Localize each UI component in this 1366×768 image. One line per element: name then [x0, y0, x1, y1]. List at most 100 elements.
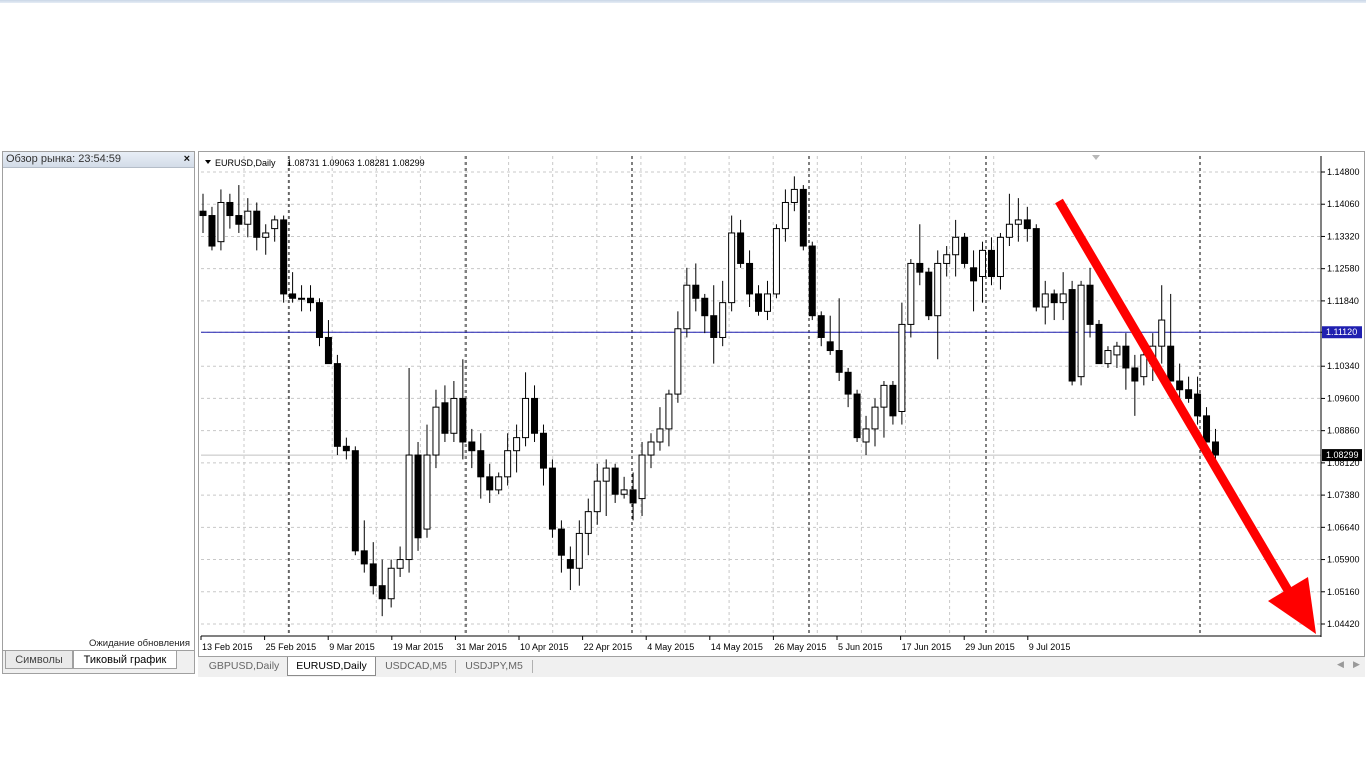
candle: [539, 424, 547, 486]
candle: [378, 559, 386, 617]
candle: [889, 381, 897, 425]
candle: [199, 193, 207, 233]
bull-candle-body: [647, 441, 655, 456]
candle: [835, 298, 843, 382]
candle: [916, 224, 924, 286]
bull-candle-body: [638, 454, 646, 500]
bear-candle-body: [1176, 380, 1184, 391]
bear-candle-body: [692, 284, 700, 299]
bear-candle-body: [1131, 367, 1139, 382]
candle: [853, 389, 861, 442]
candle: [1113, 341, 1121, 368]
bear-candle-body: [1167, 345, 1175, 382]
candle: [432, 389, 440, 469]
tab-symbols[interactable]: Символы: [5, 651, 73, 669]
candle: [423, 424, 431, 538]
bear-candle-body: [280, 219, 288, 295]
bear-candle-body: [1194, 393, 1202, 417]
bull-candle-body: [1077, 284, 1085, 378]
candle: [1194, 376, 1202, 425]
candle: [477, 433, 485, 499]
bear-candle-body: [459, 397, 467, 443]
tab-usdcad-m5[interactable]: USDCAD,M5: [378, 657, 454, 676]
candle: [235, 185, 243, 233]
x-tick-label: 14 May 2015: [711, 642, 763, 652]
window-top-strip: [0, 0, 1366, 3]
candle: [414, 441, 422, 551]
bear-candle-body: [289, 293, 297, 299]
bull-candle-body: [907, 262, 915, 325]
market-watch-status: Ожидание обновления: [89, 638, 190, 649]
candle: [1158, 285, 1166, 364]
candle: [970, 250, 978, 312]
y-tick-label: 1.14060: [1327, 199, 1360, 209]
price-chart[interactable]: 1.14800 1.14060 1.13320 1.12580 1.11840 1.111…: [199, 152, 1364, 657]
tab-tick-chart[interactable]: Тиковый график: [73, 651, 177, 669]
candle: [656, 407, 664, 451]
candle: [719, 280, 727, 347]
chart-window[interactable]: 1.14800 1.14060 1.13320 1.12580 1.11840 1.111…: [198, 151, 1365, 674]
candle: [1086, 267, 1094, 338]
candle: [701, 293, 709, 334]
market-watch-title-text: Обзор рынка: 23:54:59: [6, 153, 122, 165]
candle: [1050, 289, 1058, 321]
bull-candle-body: [450, 397, 458, 434]
bear-candle-body: [539, 432, 547, 469]
candle: [862, 415, 870, 456]
bear-candle-body: [629, 489, 637, 504]
bull-candle-body: [387, 567, 395, 600]
candle: [360, 520, 368, 573]
y-tick-label: 1.12580: [1327, 264, 1360, 274]
candle: [315, 298, 323, 347]
candle: [1077, 280, 1085, 386]
scroll-left-icon[interactable]: ◀: [1337, 659, 1344, 670]
close-icon[interactable]: ×: [184, 152, 190, 167]
y-tick-label: 1.05160: [1327, 587, 1360, 597]
candle: [880, 381, 888, 438]
candle: [961, 232, 969, 268]
y-tick-label: 1.13320: [1327, 231, 1360, 241]
bull-candle-body: [656, 428, 664, 443]
candle: [584, 498, 592, 556]
candle: [746, 250, 754, 307]
candle: [1131, 354, 1139, 416]
bull-candle-body: [862, 428, 870, 443]
candle: [593, 463, 601, 525]
candle: [1014, 198, 1022, 242]
candle: [611, 463, 619, 503]
arrow-head: [1268, 577, 1316, 634]
bull-candle-body: [495, 476, 503, 491]
red-arrow: [1055, 198, 1316, 634]
tab-usdjpy-m5[interactable]: USDJPY,M5: [456, 657, 532, 676]
bull-candle-body: [584, 511, 592, 534]
candle: [1104, 346, 1112, 368]
bear-candle-body: [1032, 228, 1040, 308]
x-tick-label: 22 Apr 2015: [584, 642, 633, 652]
bull-candle-body: [602, 467, 610, 482]
bull-candle-body: [1005, 223, 1013, 238]
tab-eurusd-daily[interactable]: EURUSD,Daily: [287, 657, 376, 676]
chart-grid: [201, 156, 1321, 636]
bull-candle-body: [593, 480, 601, 513]
scroll-right-icon[interactable]: ▶: [1353, 659, 1360, 670]
bear-candle-body: [970, 267, 978, 282]
candle: [324, 320, 332, 365]
bear-candle-body: [817, 315, 825, 338]
candle: [289, 272, 297, 303]
bear-candle-body: [360, 550, 368, 565]
candle: [1041, 280, 1049, 325]
tab-gbpusd-daily[interactable]: GBPUSD,Daily: [202, 657, 286, 676]
bear-candle-body: [441, 402, 449, 434]
bull-candle-body: [790, 188, 798, 203]
candle: [907, 259, 915, 338]
candle: [710, 285, 718, 364]
candle: [387, 559, 395, 608]
bear-candle-body: [746, 262, 754, 295]
candle: [513, 424, 521, 473]
candle: [226, 193, 234, 229]
candle: [808, 241, 816, 321]
time-axis: 13 Feb 2015 25 Feb 2015 9 Mar 2015 19 Mar 2…: [200, 636, 1070, 652]
candle: [522, 372, 530, 447]
candle: [772, 224, 780, 299]
bear-candle-body: [844, 371, 852, 395]
